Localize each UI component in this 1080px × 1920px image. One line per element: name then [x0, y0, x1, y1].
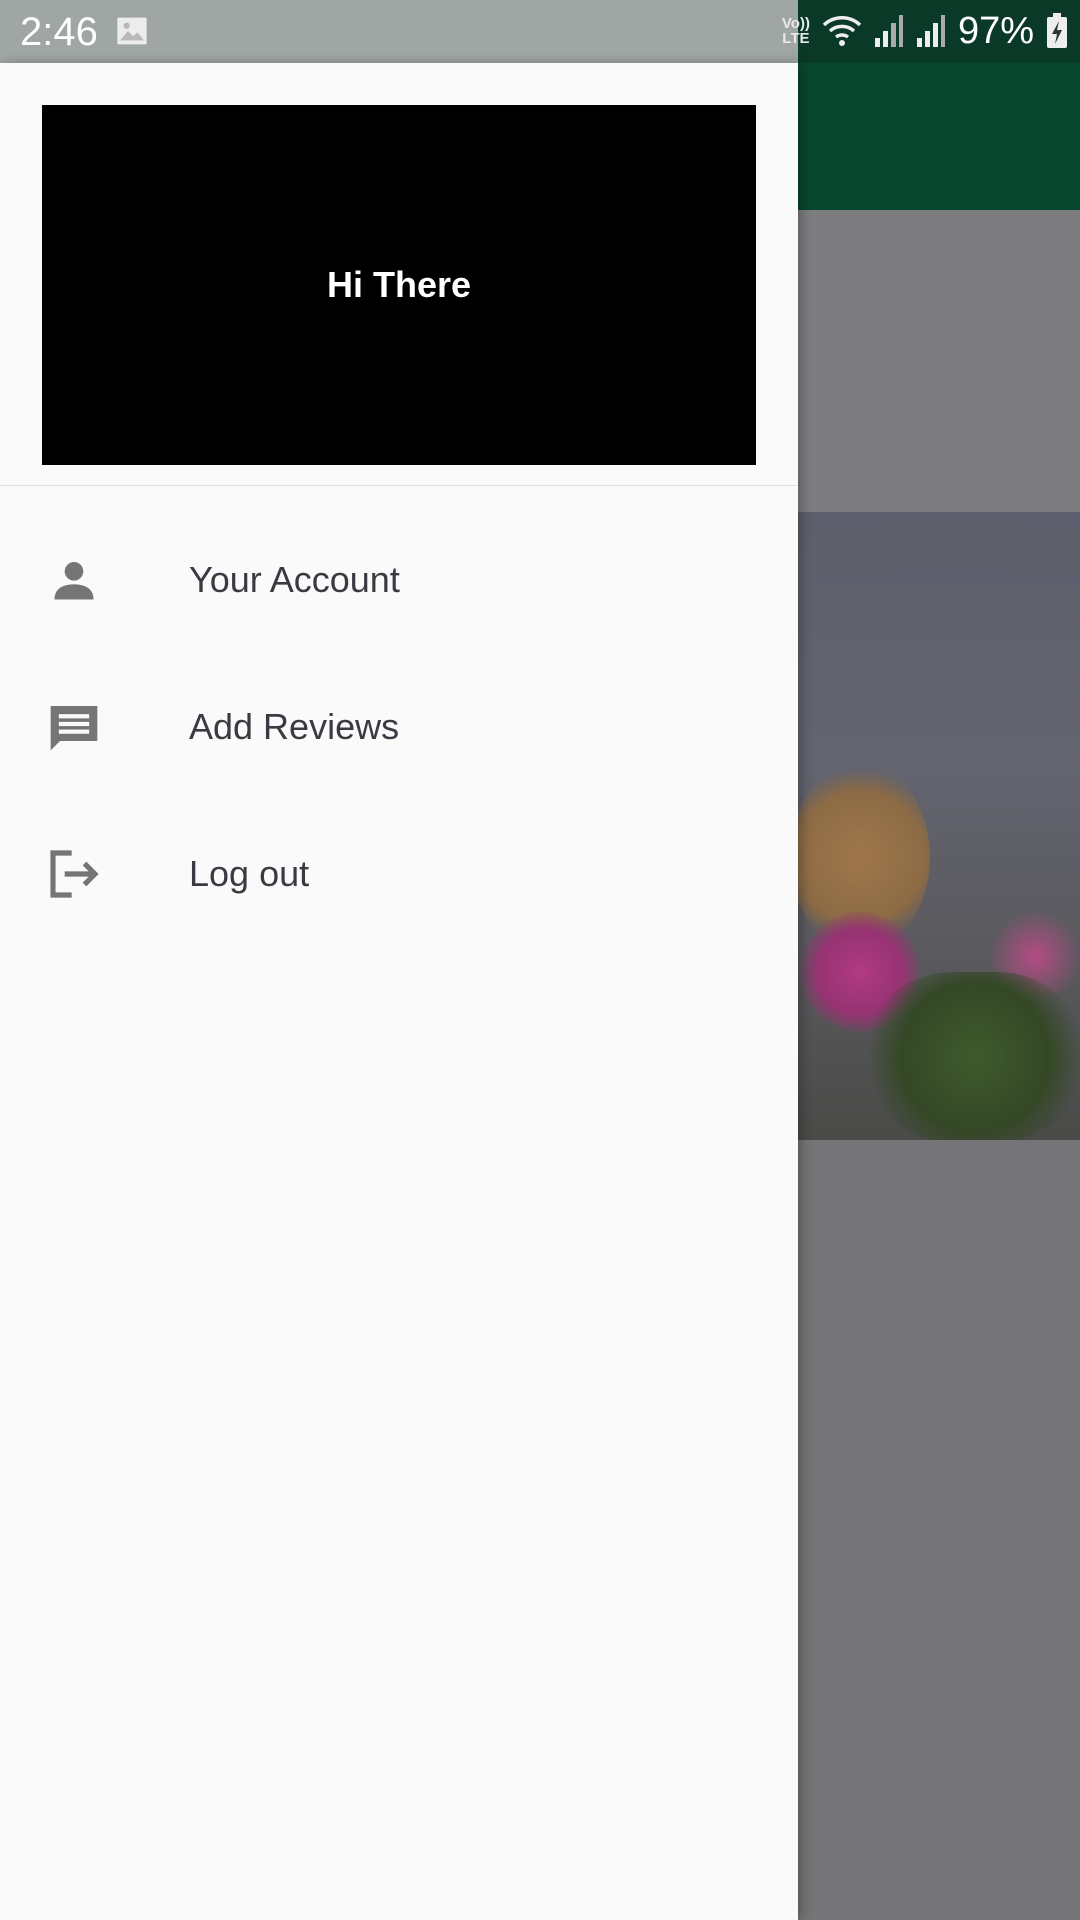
signal-icon-2 — [916, 15, 945, 47]
menu-item-label: Log out — [189, 853, 310, 894]
person-icon — [44, 550, 104, 610]
drawer-divider — [0, 485, 798, 486]
menu-item-your-account[interactable]: Your Account — [0, 510, 798, 650]
status-bar: 2:46 Vo)) LTE 97% — [0, 0, 1080, 63]
navigation-drawer: Hi There Your Account Add Reviews Log ou… — [0, 63, 798, 1920]
battery-percentage: 97% — [957, 9, 1034, 52]
battery-charging-icon — [1047, 13, 1067, 48]
volte-indicator: Vo)) LTE — [781, 15, 810, 47]
menu-item-add-reviews[interactable]: Add Reviews — [0, 657, 798, 797]
wifi-icon — [822, 16, 862, 46]
signal-icon — [874, 15, 903, 47]
drawer-header: Hi There — [42, 105, 756, 465]
logout-icon — [44, 844, 104, 904]
comment-icon — [44, 697, 104, 757]
image-notification-icon — [117, 17, 147, 45]
menu-item-label: Your Account — [189, 559, 400, 600]
drawer-header-title: Hi There — [326, 264, 472, 305]
status-time: 2:46 — [20, 10, 98, 54]
menu-item-label: Add Reviews — [189, 706, 400, 747]
menu-item-log-out[interactable]: Log out — [0, 804, 798, 944]
drawer-scrim[interactable] — [798, 63, 1080, 1920]
